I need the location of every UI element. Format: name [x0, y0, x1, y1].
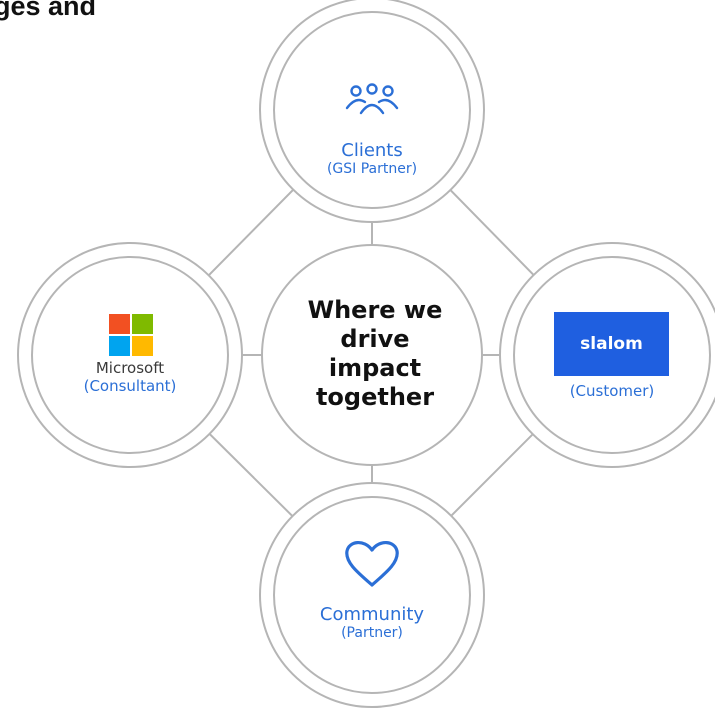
clients-label: Clients — [341, 140, 403, 161]
center-line-4: together — [315, 383, 435, 411]
center-tagline: Where we drive impact together — [280, 296, 470, 412]
slalom-logo: slalom — [554, 312, 669, 376]
center-line-2: drive — [340, 325, 410, 353]
node-microsoft: Microsoft (Consultant) — [55, 359, 205, 395]
slalom-wordmark: slalom — [580, 334, 643, 354]
microsoft-logo — [109, 314, 153, 356]
node-community: Community (Partner) — [292, 605, 452, 642]
microsoft-sublabel: (Consultant) — [83, 377, 177, 395]
node-slalom: (Customer) — [540, 382, 684, 400]
node-bottom-inner-ring — [273, 496, 471, 694]
community-sublabel: (Partner) — [341, 625, 403, 641]
community-label: Community — [319, 604, 425, 625]
slalom-sublabel: (Customer) — [569, 382, 655, 400]
node-clients: Clients (GSI Partner) — [292, 141, 452, 178]
center-line-3: impact — [328, 354, 422, 382]
clients-sublabel: (GSI Partner) — [326, 161, 418, 177]
center-line-1: Where we — [307, 296, 443, 324]
microsoft-name: Microsoft — [95, 359, 165, 377]
node-top-inner-ring — [273, 11, 471, 209]
